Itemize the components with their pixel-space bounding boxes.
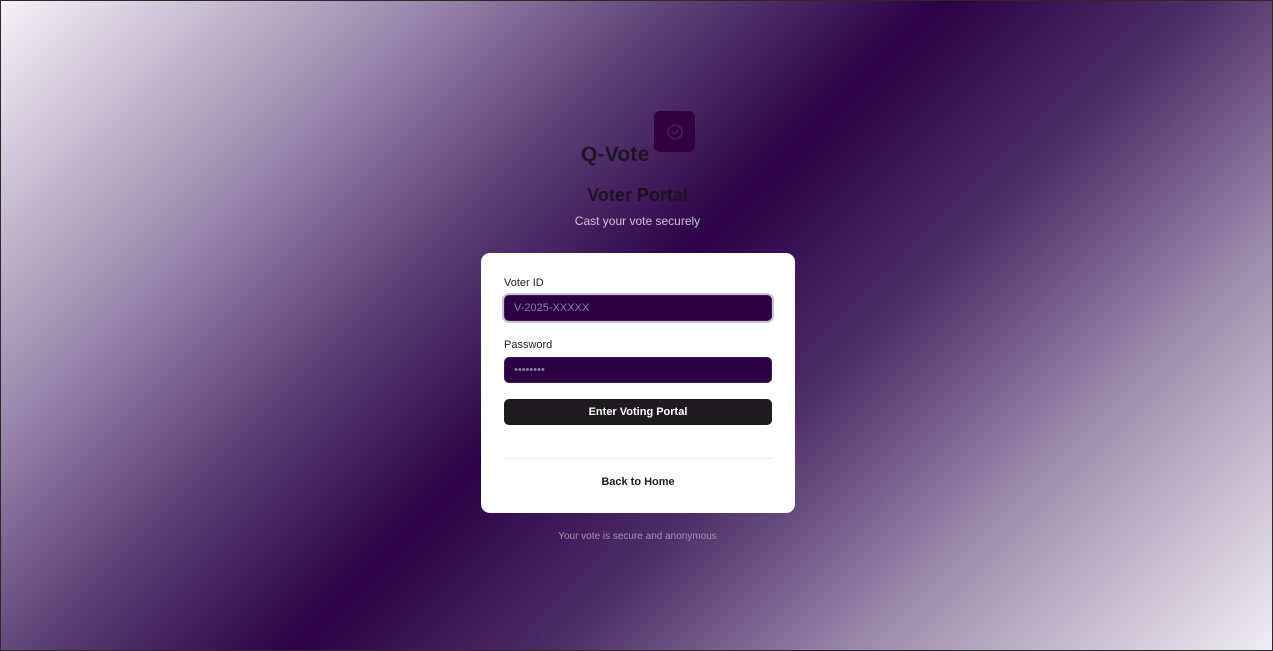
divider (504, 458, 772, 459)
password-input[interactable] (504, 357, 772, 383)
login-page: Q-Vote Voter Portal Cast your vote secur… (0, 0, 1273, 651)
enter-voting-portal-button[interactable]: Enter Voting Portal (504, 399, 772, 425)
security-note: Your vote is secure and anonymous (558, 531, 717, 542)
password-label: Password (504, 339, 553, 351)
brand-name: Q-Vote (581, 143, 650, 166)
voter-id-input[interactable] (504, 295, 772, 321)
back-to-home-link[interactable]: Back to Home (481, 476, 795, 488)
page-subtitle: Cast your vote securely (574, 214, 701, 228)
login-card: Voter ID Password Enter Voting Portal Ba… (481, 253, 795, 513)
voter-id-label: Voter ID (504, 277, 544, 289)
ballot-icon (654, 111, 695, 152)
page-title: Voter Portal (587, 185, 688, 205)
brand-logo: Q-Vote (581, 111, 701, 171)
